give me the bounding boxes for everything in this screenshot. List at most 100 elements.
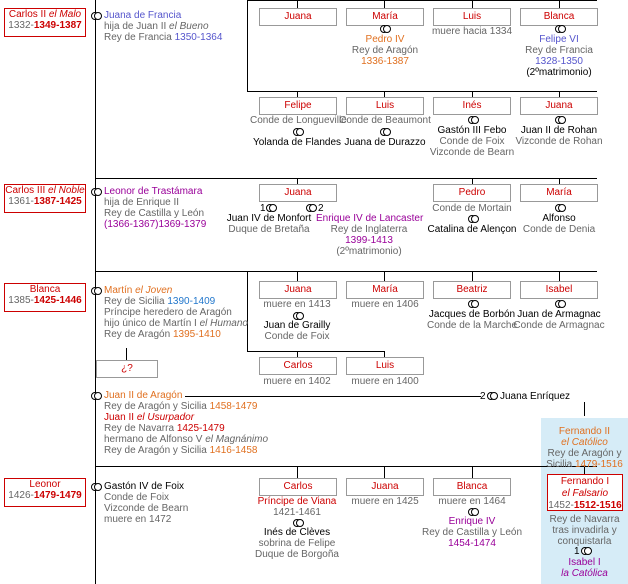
connector-line [472,0,473,8]
marriage-rings-icon [91,188,102,196]
spouse-name[interactable]: Juan II de Rohan [512,125,606,136]
spouse-name[interactable]: Juan de Grailly [250,320,344,331]
death-note: muere en 1472 [104,514,172,525]
person-box[interactable]: Juana [259,281,337,299]
reign-dates: 1336-1387 [361,56,409,67]
person-box[interactable]: Juana [520,97,598,115]
spouse-info: Enrique IV de Lancaster Rey de Inglaterr… [316,213,423,257]
marriage-rings-icon [487,392,498,400]
spouse-name[interactable]: Leonor de Trastámara [104,186,206,197]
marriage-rings-icon [468,215,479,223]
spouse-name[interactable]: Gastón IV de Foix [104,481,188,492]
spouse-info: Juan II de Aragón Rey de Aragón y Sicili… [104,390,268,456]
ancestor-box[interactable]: Leonor 1426-1479-1479 [4,478,86,507]
reign-dates: 1479-1516 [575,459,623,470]
reign-dates: 1350-1364 [174,32,223,43]
epithet: la Católica [561,568,608,579]
spouse-name[interactable]: Isabel I [541,557,628,568]
spouse-name[interactable]: Enrique IV [415,516,529,527]
spouse-info: Felipe VI Rey de Francia 1328-1350 (2ºma… [512,34,606,78]
spouse-name[interactable]: Juana Enríquez [500,391,570,402]
spouse-desc: Rey de Francia [104,32,172,43]
spouse-name[interactable]: Yolanda de Flandes [250,137,344,148]
ancestor-box[interactable]: Blanca 1385-1425-1446 [4,283,86,312]
person-box[interactable]: Carlos [259,357,337,375]
spouse-desc: Príncipe heredero de Aragón [104,307,232,318]
spouse-name[interactable]: Felipe VI [512,34,606,45]
marriage-number: 1 [574,546,580,557]
marriage-rings-icon [468,116,479,124]
person-box[interactable]: Beatriz [433,281,511,299]
spouse-info: Gastón III Febo Conde de Foix Vizconde d… [425,125,519,158]
life-dates: 1385- [8,295,34,306]
spouse-desc: hermano de Alfonso V [104,434,203,445]
epithet: el Magnánimo [205,434,268,445]
reign-dates: 1512-1516 [573,500,622,511]
person-box[interactable]: María [346,8,424,26]
spouse-name[interactable]: Juan de Armagnac [512,309,606,320]
spouse-info: Juan de Grailly Conde de Foix [250,320,344,342]
reign-dates: 1390-1409 [167,296,216,307]
reign-dates: 1479-1479 [33,490,82,501]
spouse-name[interactable]: Juan II de Aragón [104,390,268,401]
spouse-name[interactable]: Juan IV de Monfort [220,213,318,224]
person-box[interactable]: Juana [259,184,337,202]
connector-line [297,271,298,281]
person-name: Blanca [29,284,61,295]
branch-line [247,0,597,1]
spouse-title: Duque de Borgoña [255,549,339,560]
person-box[interactable]: Luis [346,357,424,375]
person-box[interactable]: Blanca [433,478,511,496]
marriage-note: (2ºmatrimonio) [336,246,402,257]
spouse-name[interactable]: Gastón III Febo [425,125,519,136]
spouse-name[interactable]: Pedro IV [336,34,434,45]
marriage-rings-icon [581,547,592,555]
person-box[interactable]: Luis [433,8,511,26]
spouse-name[interactable]: Enrique IV de Lancaster [316,213,423,224]
marriage-rings-icon [266,204,277,212]
life-dates: 1426- [8,490,34,501]
person-title: conquistarla [557,536,612,547]
spouse-info: Alfonso Conde de Denia [512,213,606,235]
person-box[interactable]: Luis [346,97,424,115]
spouse-name[interactable]: Alfonso [512,213,606,224]
spouse-desc: Rey de Aragón y Sicilia [104,445,207,456]
reign-dates: 1454-1474 [448,538,496,549]
reign-dates: 1399-1413 [345,235,393,246]
connector-line [384,271,385,281]
connector-line [297,466,298,478]
ancestor-box[interactable]: Fernando I el Falsario 1452-1512-1516 [547,474,623,511]
person-name: Fernando I [560,476,610,487]
spouse-name[interactable]: Catalina de Alençon [421,224,523,235]
person-name: Carlos II [8,9,47,20]
person-box[interactable]: Pedro [433,184,511,202]
spouse-name[interactable]: Juana de Francia [104,10,222,21]
person-box[interactable]: Carlos [259,478,337,496]
person-box[interactable]: María [346,281,424,299]
ancestor-box[interactable]: Carlos II el Malo 1332-1349-1387 [4,8,86,37]
spouse-info: Juan de Armagnac Conde de Armagnac [512,309,606,331]
spouse-name[interactable]: Inés de Clèves [246,527,348,538]
spouse-name[interactable]: Jacques de Borbón [421,309,523,320]
marriage-rings-icon [91,12,102,20]
epithet: el Falsario [561,488,609,499]
person-box[interactable]: Felipe [259,97,337,115]
connector-line [584,402,585,416]
unknown-box[interactable]: ¿? [96,360,158,378]
marriage-rings-icon [555,300,566,308]
spouse-name[interactable]: Martín [104,285,132,296]
connector-line [384,0,385,8]
reign-dates: 1425-1446 [33,295,82,306]
person-box[interactable]: Juana [259,8,337,26]
person-box[interactable]: Isabel [520,281,598,299]
person-box[interactable]: Inés [433,97,511,115]
person-info: Rey de Navarra tras invadirla y conquist… [541,514,628,547]
person-box[interactable]: María [520,184,598,202]
spouse-desc: Juan II [104,412,135,423]
person-box[interactable]: Juana [346,478,424,496]
person-name[interactable]: Fernando II [541,426,628,437]
spouse-name[interactable]: Juana de Durazzo [338,137,432,148]
ancestor-box[interactable]: Carlos III el Noble 1361-1387-1425 [4,184,86,213]
connector-line [126,348,127,360]
person-box[interactable]: Blanca [520,8,598,26]
